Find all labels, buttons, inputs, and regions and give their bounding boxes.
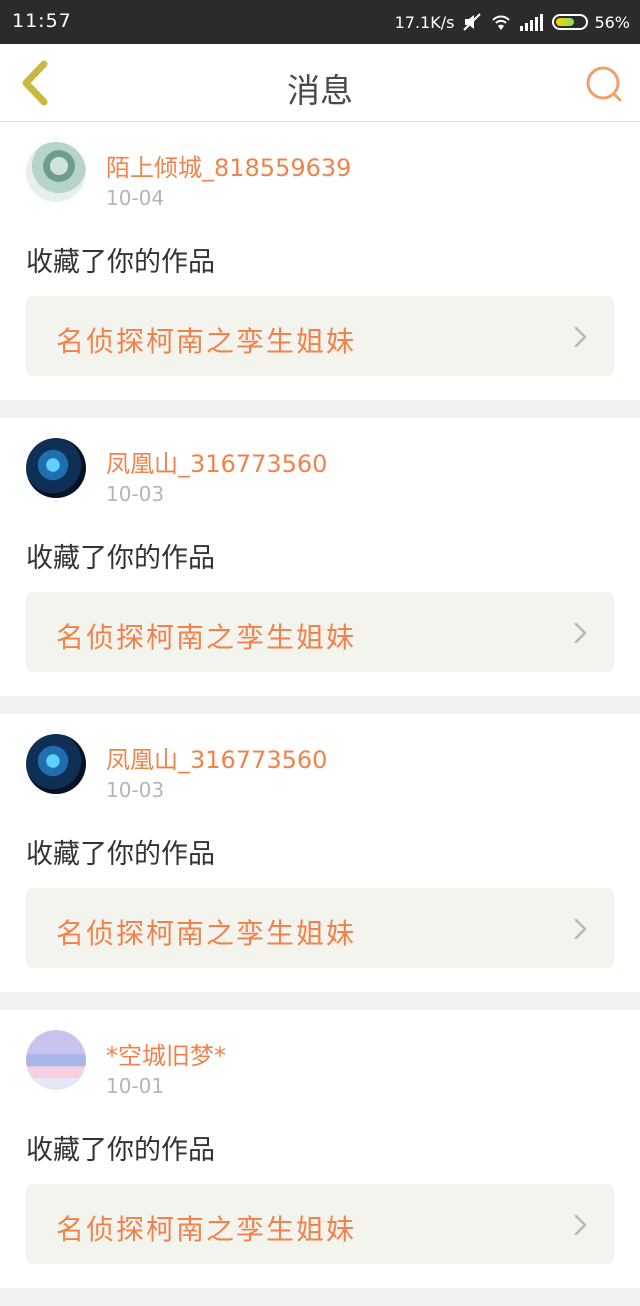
status-icons: 17.1K/s 56% xyxy=(395,10,630,34)
chevron-right-icon xyxy=(574,918,587,940)
work-title: 名侦探柯南之孪生姐妹 xyxy=(56,917,357,950)
username[interactable]: 凤凰山_316773560 xyxy=(106,444,327,479)
avatar[interactable] xyxy=(26,142,86,202)
avatar[interactable] xyxy=(26,734,86,794)
username[interactable]: *空城旧梦* xyxy=(106,1036,226,1071)
battery-indicator: 56% xyxy=(552,13,630,32)
page-title: 消息 xyxy=(287,71,353,110)
nav-bar: 消息 xyxy=(0,44,640,122)
username[interactable]: 陌上倾城_818559639 xyxy=(106,148,351,183)
message-card: *空城旧梦* 10-01 收藏了你的作品 名侦探柯南之孪生姐妹 xyxy=(0,1010,640,1288)
work-link[interactable]: 名侦探柯南之孪生姐妹 xyxy=(26,296,614,376)
wifi-icon xyxy=(490,12,512,32)
message-list: 陌上倾城_818559639 10-04 收藏了你的作品 名侦探柯南之孪生姐妹 … xyxy=(0,122,640,1306)
work-link[interactable]: 名侦探柯南之孪生姐妹 xyxy=(26,592,614,672)
message-date: 10-03 xyxy=(106,778,165,802)
signal-icon xyxy=(520,13,544,31)
message-action: 收藏了你的作品 xyxy=(26,1135,215,1166)
message-card: 凤凰山_316773560 10-03 收藏了你的作品 名侦探柯南之孪生姐妹 xyxy=(0,714,640,992)
battery-level: 56% xyxy=(594,12,630,32)
work-title: 名侦探柯南之孪生姐妹 xyxy=(56,325,357,358)
message-date: 10-01 xyxy=(106,1074,165,1098)
work-title: 名侦探柯南之孪生姐妹 xyxy=(56,621,357,654)
username[interactable]: 凤凰山_316773560 xyxy=(106,740,327,775)
search-button[interactable] xyxy=(582,62,626,106)
search-icon xyxy=(586,66,622,102)
status-time: 11:57 xyxy=(12,10,72,32)
chevron-right-icon xyxy=(574,1214,587,1236)
work-link[interactable]: 名侦探柯南之孪生姐妹 xyxy=(26,888,614,968)
chevron-right-icon xyxy=(574,622,587,644)
message-date: 10-04 xyxy=(106,186,165,210)
status-bar: 11:57 17.1K/s 56% xyxy=(0,0,640,44)
message-card: 陌上倾城_818559639 10-04 收藏了你的作品 名侦探柯南之孪生姐妹 xyxy=(0,122,640,400)
message-action: 收藏了你的作品 xyxy=(26,543,215,574)
message-date: 10-03 xyxy=(106,482,165,506)
message-action: 收藏了你的作品 xyxy=(26,247,215,278)
mute-icon xyxy=(462,12,482,32)
chevron-right-icon xyxy=(574,326,587,348)
work-title: 名侦探柯南之孪生姐妹 xyxy=(56,1213,357,1246)
net-speed: 17.1K/s xyxy=(394,12,455,32)
message-card: 凤凰山_316773560 10-03 收藏了你的作品 名侦探柯南之孪生姐妹 xyxy=(0,418,640,696)
avatar[interactable] xyxy=(26,438,86,498)
message-action: 收藏了你的作品 xyxy=(26,839,215,870)
work-link[interactable]: 名侦探柯南之孪生姐妹 xyxy=(26,1184,614,1264)
battery-icon xyxy=(552,14,589,30)
avatar[interactable] xyxy=(26,1030,86,1090)
